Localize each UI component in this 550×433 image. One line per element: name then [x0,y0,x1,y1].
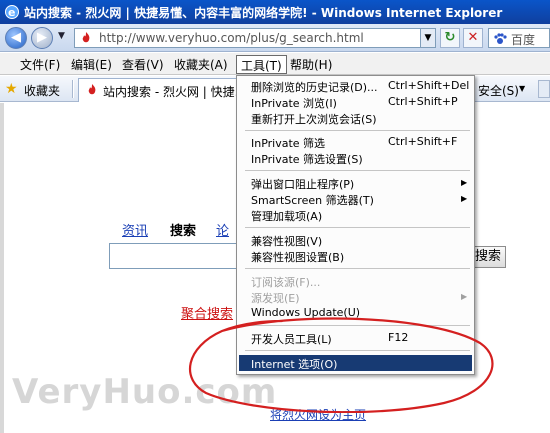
menu-item-manage-addons[interactable]: 管理加载项(A) [239,207,472,223]
menu-item-subscribe-feed: 订阅该源(F)... [251,276,321,289]
ie-logo-icon: e [5,5,19,19]
forward-button[interactable]: ▶ [31,27,53,49]
close-icon: ✕ [467,30,479,45]
menu-item-delete-history[interactable]: 删除浏览的历史记录(D)... Ctrl+Shift+Del [239,78,472,94]
menu-separator [245,170,470,171]
url-text: http://www.veryhuo.com/plus/g_search.htm… [99,31,364,45]
menu-edit[interactable]: 编辑(E) [67,56,116,72]
refresh-icon: ↻ [444,30,456,45]
menu-item-compat-view[interactable]: 兼容性视图(V) [239,232,472,248]
menu-tools[interactable]: 工具(T) [236,55,287,74]
tab-title: 站内搜索 - 烈火网 | 快捷... [103,85,247,99]
window-title: 站内搜索 - 烈火网 | 快捷易懂、内容丰富的网络学院! - Windows I… [24,6,503,20]
menu-separator [245,227,470,228]
menu-separator [245,130,470,131]
star-icon: ★ [5,81,18,97]
search-placeholder: 百度 [511,33,536,47]
page-tab-forum[interactable]: 论 [216,220,229,239]
menu-item-reopen-session[interactable]: 重新打开上次浏览会话(S) [239,110,472,126]
menu-item-inprivate-browsing[interactable]: InPrivate 浏览(I) Ctrl+Shift+P [239,94,472,110]
url-dropdown-icon[interactable]: ▼ [420,28,436,48]
back-button[interactable]: ◀ [5,27,27,49]
menu-item-inprivate-filter[interactable]: InPrivate 筛选 Ctrl+Shift+F [239,134,472,150]
red-annotation-ellipse [189,317,494,413]
address-toolbar: ◀ ▶ ▼ http://www.veryhuo.com/plus/g_sear… [0,24,550,52]
menu-item-smartscreen[interactable]: SmartScreen 筛选器(T) ▶ [239,191,472,207]
window-left-border [0,103,4,433]
safety-button[interactable]: 安全(S) [478,82,519,99]
menu-bar: 文件(F) 编辑(E) 查看(V) 收藏夹(A) 工具(T) 帮助(H) [0,53,550,75]
submenu-arrow-icon: ▶ [461,292,468,301]
menu-separator [245,268,470,269]
svg-text:e: e [8,6,15,19]
menu-view[interactable]: 查看(V) [118,56,168,72]
back-arrow-icon: ◀ [11,30,21,45]
toolbar-overflow-button[interactable] [538,80,550,98]
browser-tab[interactable]: 站内搜索 - 烈火网 | 快捷... [78,78,246,102]
menu-item-inprivate-filter-settings[interactable]: InPrivate 筛选设置(S) [239,150,472,166]
menu-file[interactable]: 文件(F) [16,56,64,72]
stop-button[interactable]: ✕ [463,28,483,48]
favorites-button[interactable]: 收藏夹 [24,82,60,99]
forward-arrow-icon: ▶ [37,30,47,45]
title-bar: e 站内搜索 - 烈火网 | 快捷易懂、内容丰富的网络学院! - Windows… [0,0,550,24]
page-tab-search[interactable]: 搜索 [170,220,196,239]
history-dropdown-icon[interactable]: ▼ [58,31,68,43]
site-flame-icon [82,32,90,43]
site-flame-icon [88,84,96,95]
menu-item-compat-view-settings[interactable]: 兼容性视图设置(B) [239,248,472,264]
menu-favorites[interactable]: 收藏夹(A) [170,56,232,72]
toolbar-divider [72,80,74,98]
submenu-arrow-icon: ▶ [461,194,468,203]
page-search-button[interactable]: 搜索 [470,246,506,268]
page-search-input[interactable] [109,243,239,269]
page-tab-news[interactable]: 资讯 [122,220,148,239]
menu-item-popup-blocker[interactable]: 弹出窗口阻止程序(P) ▶ [239,175,472,191]
baidu-paw-icon [494,33,507,44]
submenu-arrow-icon: ▶ [461,178,468,187]
address-input[interactable]: http://www.veryhuo.com/plus/g_search.htm… [74,28,430,48]
search-input[interactable]: 百度 [488,28,550,48]
chevron-down-icon: ▼ [519,84,526,93]
menu-help[interactable]: 帮助(H) [286,56,336,72]
menu-item-feed-discovery: 源发现(E) ▶ [251,292,468,305]
refresh-button[interactable]: ↻ [440,28,460,48]
